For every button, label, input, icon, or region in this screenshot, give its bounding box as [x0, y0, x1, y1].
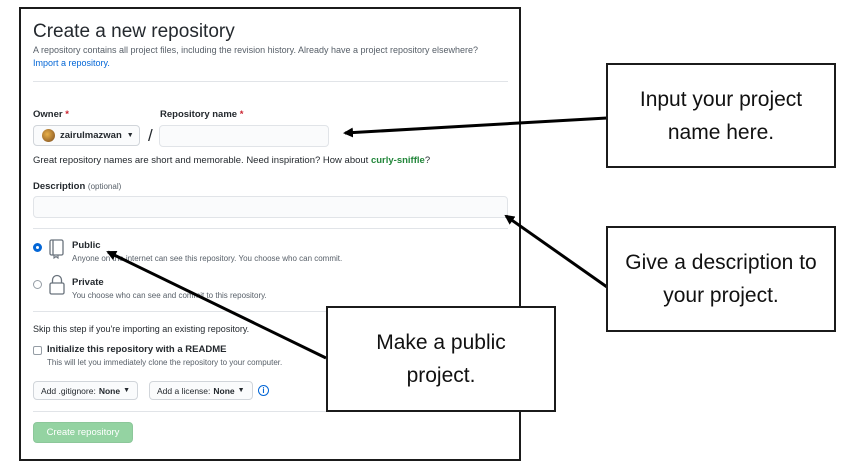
callout-name: Input your project name here.	[606, 63, 836, 168]
callout-description-text: Give a description to your project.	[625, 251, 817, 307]
arrow-to-description-input	[504, 214, 608, 289]
callout-public-text: Make a public project.	[376, 331, 506, 387]
callout-description: Give a description to your project.	[606, 226, 836, 332]
callout-name-text: Input your project name here.	[639, 87, 803, 144]
arrow-to-public-option	[106, 250, 327, 360]
arrow-to-name-input	[343, 116, 608, 138]
callout-public: Make a public project.	[326, 306, 556, 412]
